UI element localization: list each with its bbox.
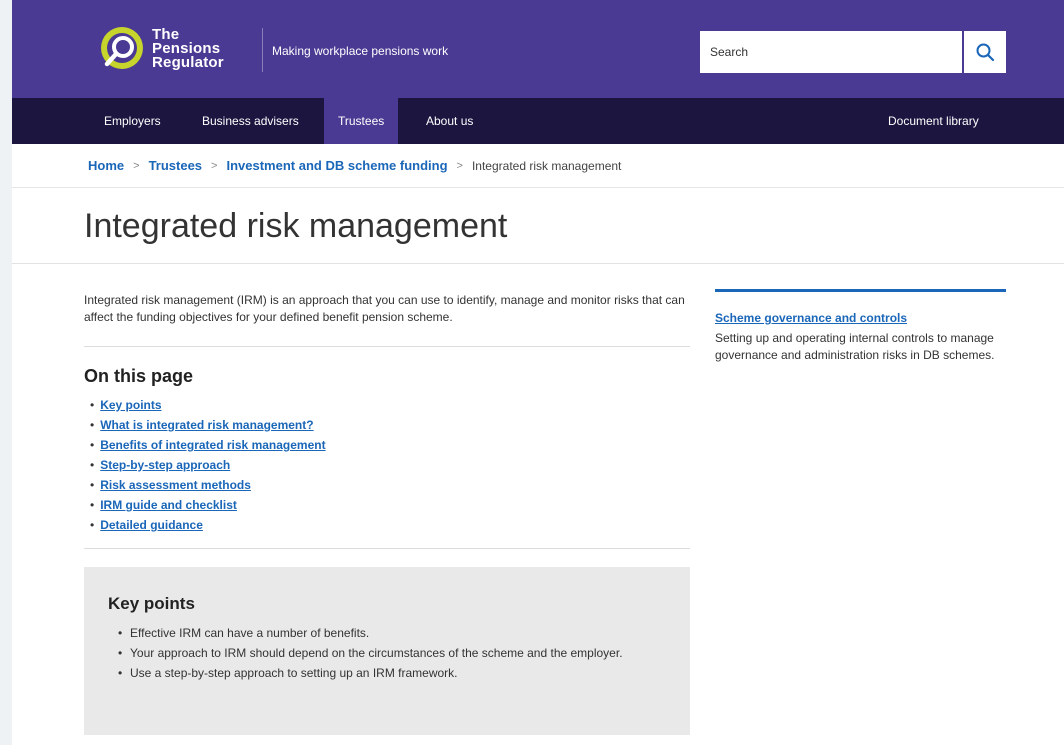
list-item: IRM guide and checklist (90, 495, 326, 515)
tagline-divider (262, 28, 263, 72)
list-item: Key points (90, 395, 326, 415)
link-detailed-guidance[interactable]: Detailed guidance (100, 518, 203, 532)
search-icon (976, 43, 995, 62)
logo[interactable]: The Pensions Regulator (96, 24, 224, 74)
link-step-by-step[interactable]: Step-by-step approach (100, 458, 230, 472)
link-benefits[interactable]: Benefits of integrated risk management (100, 438, 325, 452)
logo-wordmark: The Pensions Regulator (152, 27, 224, 71)
sidebar-description: Setting up and operating internal contro… (715, 331, 995, 362)
breadcrumb-trustees[interactable]: Trustees (149, 158, 202, 173)
breadcrumb-separator: > (133, 159, 140, 172)
search-button[interactable] (964, 31, 1006, 73)
sidebar-link-scheme-governance[interactable]: Scheme governance and controls (715, 311, 907, 325)
key-points-list: Effective IRM can have a number of benef… (118, 625, 658, 685)
breadcrumb-investment[interactable]: Investment and DB scheme funding (226, 158, 447, 173)
page: The Pensions Regulator Making workplace … (12, 0, 1064, 745)
divider (84, 548, 690, 549)
nav-item-employers[interactable]: Employers (90, 98, 175, 144)
breadcrumb-separator: > (211, 159, 218, 172)
nav-item-document-library[interactable]: Document library (874, 98, 993, 144)
main-nav: Employers Business advisers Trustees Abo… (12, 98, 1064, 144)
list-item: Benefits of integrated risk management (90, 435, 325, 455)
key-points-box: Key points Effective IRM can have a numb… (84, 567, 690, 735)
breadcrumb-current: Integrated risk management (471, 158, 622, 173)
logo-line-3: Regulator (152, 54, 224, 71)
on-this-page-list: Key points What is integrated risk manag… (90, 395, 326, 535)
list-item: Your approach to IRM should depend on th… (118, 645, 658, 662)
nav-item-trustees[interactable]: Trustees (324, 98, 399, 144)
list-item: Risk assessment methods (90, 475, 326, 495)
on-this-page-heading: On this page (84, 366, 194, 386)
breadcrumb: Home > Trustees > Investment and DB sche… (12, 144, 1064, 188)
link-irm-guide[interactable]: IRM guide and checklist (100, 498, 237, 512)
link-what-is-irm[interactable]: What is integrated risk management? (100, 418, 313, 432)
nav-item-about-us[interactable]: About us (412, 98, 487, 144)
title-section: Integrated risk management (12, 188, 1064, 264)
breadcrumb-home[interactable]: Home (88, 158, 124, 173)
list-item: Detailed guidance (90, 515, 326, 535)
search-input[interactable] (700, 31, 962, 73)
sidebar-accent-rule (715, 289, 1006, 292)
site-header: The Pensions Regulator Making workplace … (12, 0, 1064, 98)
tagline: Making workplace pensions work (272, 44, 449, 58)
nav-item-business-advisers[interactable]: Business advisers (188, 98, 313, 144)
list-item: Use a step-by-step approach to setting u… (118, 665, 658, 682)
key-points-heading: Key points (108, 594, 195, 613)
magnifier-logo-icon (101, 27, 143, 69)
link-key-points[interactable]: Key points (100, 398, 161, 412)
breadcrumb-separator: > (456, 159, 463, 172)
list-item: What is integrated risk management? (90, 415, 326, 435)
intro-paragraph: Integrated risk management (IRM) is an a… (84, 293, 685, 324)
divider (84, 346, 690, 347)
list-item: Effective IRM can have a number of benef… (118, 625, 658, 642)
link-risk-assessment[interactable]: Risk assessment methods (100, 478, 251, 492)
page-title: Integrated risk management (84, 207, 508, 245)
list-item: Step-by-step approach (90, 455, 326, 475)
